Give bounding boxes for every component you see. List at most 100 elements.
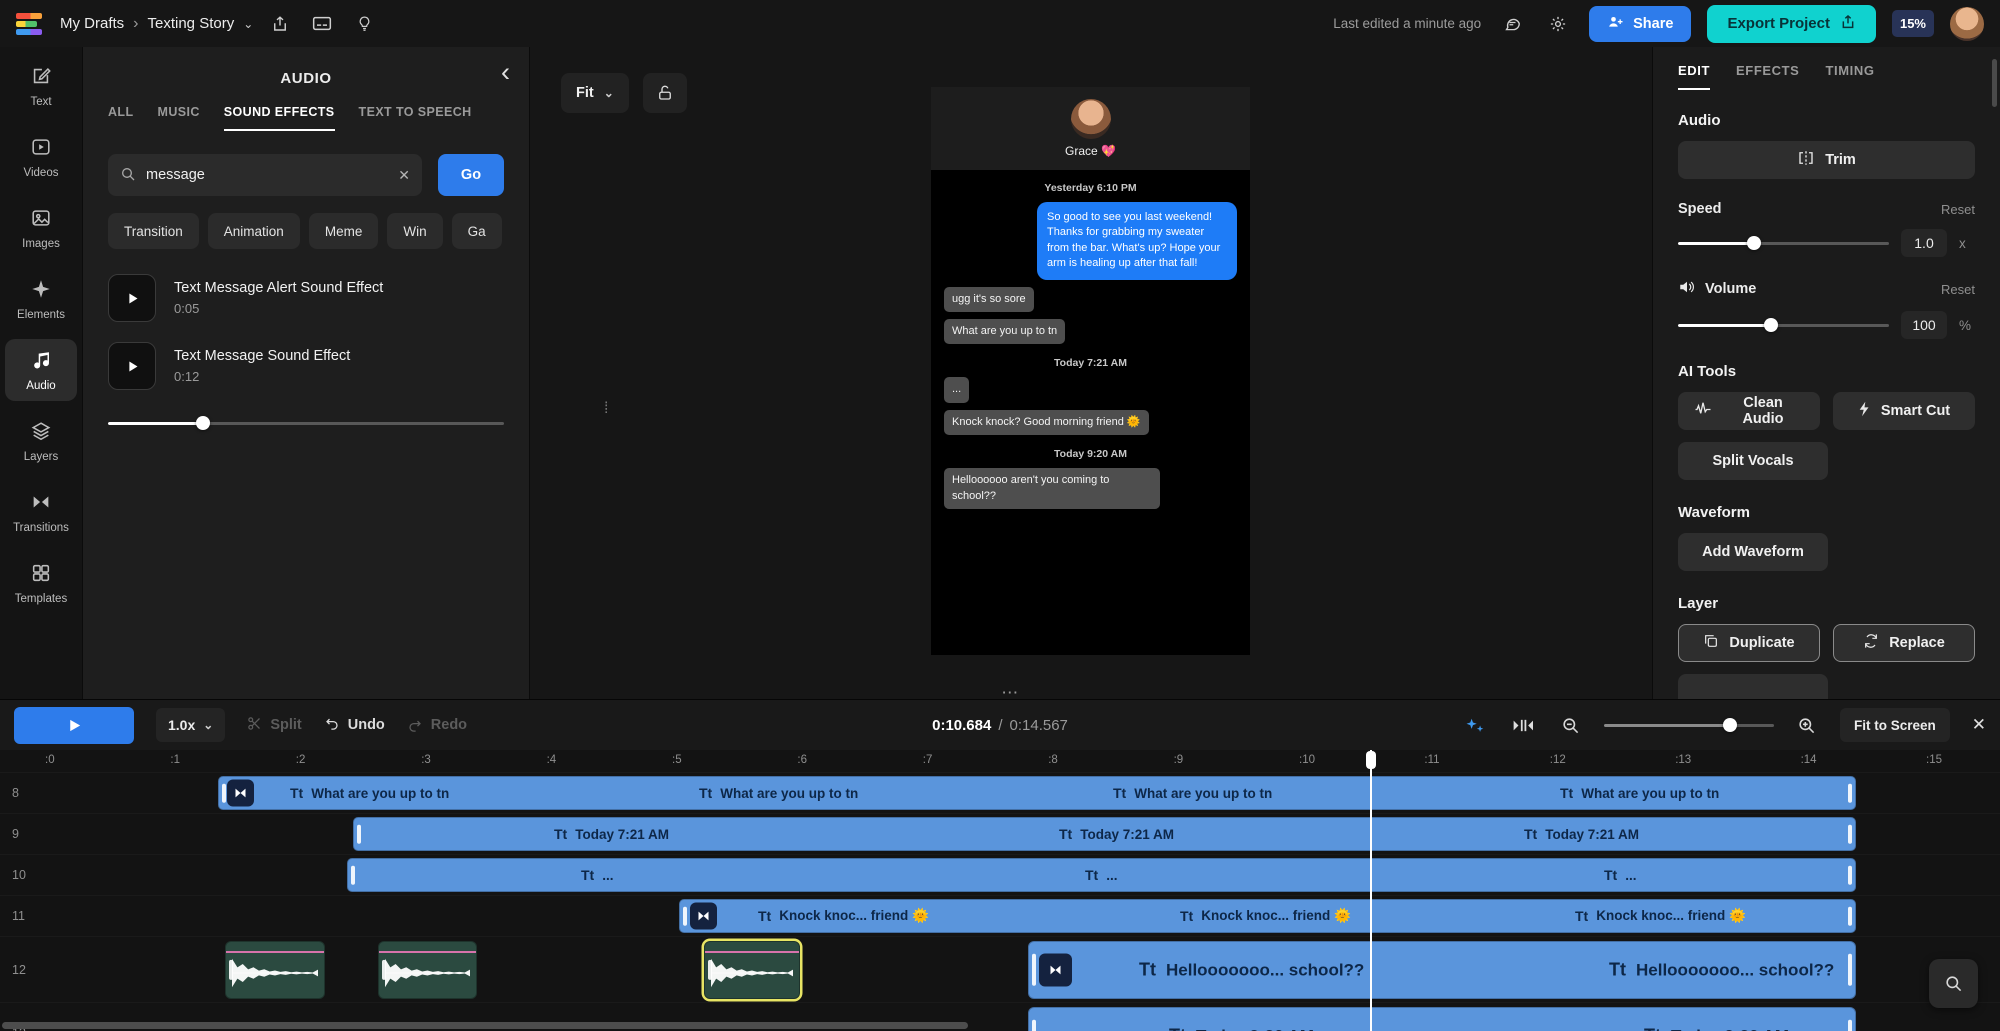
replace-button[interactable]: Replace — [1833, 624, 1975, 662]
playback-speed-dropdown[interactable]: 1.0x ⌄ — [156, 708, 226, 742]
play-button[interactable] — [14, 706, 134, 744]
split-button[interactable]: Split — [247, 716, 302, 735]
share-button[interactable]: Share — [1589, 5, 1692, 42]
timeline-search-button[interactable] — [1929, 959, 1978, 1008]
collapse-panel-icon[interactable]: ‹ — [501, 59, 510, 86]
right-panel-scrollbar[interactable] — [1992, 59, 1997, 107]
export-project-button[interactable]: Export Project — [1707, 4, 1876, 43]
user-avatar[interactable] — [1950, 6, 1984, 41]
partial-button[interactable] — [1678, 674, 1828, 699]
settings-gear-icon[interactable] — [1543, 9, 1573, 39]
slider-knob[interactable] — [1763, 318, 1778, 332]
clip-trim-handle[interactable] — [1032, 1019, 1036, 1031]
transition-icon[interactable] — [1039, 953, 1072, 987]
sidebar-item-images[interactable]: Images — [5, 197, 77, 259]
clip-trim-handle[interactable] — [382, 959, 386, 981]
zoom-slider[interactable] — [1603, 718, 1774, 732]
redo-button[interactable]: Redo — [407, 717, 467, 733]
split-vocals-button[interactable]: Split Vocals — [1678, 442, 1828, 480]
clip-trim-handle[interactable] — [708, 959, 712, 981]
tab-music[interactable]: MUSIC — [158, 105, 200, 131]
clip-trim-handle[interactable] — [1848, 953, 1852, 987]
text-clip[interactable]: Tt Today 7:21 AM Tt Today 7:21 AM Tt Today 7:… — [353, 817, 1856, 851]
text-clip[interactable]: Tt Knock knoc... friend 🌞 Tt Knock knoc... … — [679, 899, 1856, 933]
magic-tools-icon[interactable] — [1460, 710, 1490, 740]
timeline-ruler[interactable]: :0:1:2:3:4:5:6:7:8:9:10:11:12:13:14:15 — [0, 750, 2000, 772]
unlock-icon[interactable] — [642, 73, 687, 113]
clip-trim-handle[interactable] — [1848, 783, 1852, 803]
zoom-in-icon[interactable] — [1792, 710, 1822, 740]
sidebar-item-text[interactable]: Text — [5, 55, 77, 117]
audio-clip[interactable] — [378, 941, 477, 999]
tab-timing[interactable]: TIMING — [1825, 63, 1874, 90]
clip-trim-handle[interactable] — [683, 906, 687, 926]
filter-chip-ga[interactable]: Ga — [451, 213, 502, 249]
audio-clip-selected[interactable] — [704, 941, 800, 999]
audio-clip[interactable] — [225, 941, 325, 999]
transition-icon[interactable] — [690, 902, 717, 930]
clip-trim-handle[interactable] — [1848, 865, 1852, 885]
clip-trim-handle[interactable] — [1848, 906, 1852, 926]
clip-trim-handle[interactable] — [229, 959, 233, 981]
transition-icon[interactable] — [227, 779, 254, 807]
clear-search-icon[interactable]: ✕ — [398, 167, 410, 184]
fit-zoom-dropdown[interactable]: Fit ⌄ — [561, 73, 629, 113]
volume-slider[interactable] — [1678, 318, 1889, 332]
zoom-to-fit-icon[interactable] — [1508, 710, 1538, 740]
speed-value[interactable]: 1.0 — [1901, 229, 1947, 257]
playhead-handle[interactable] — [1366, 751, 1376, 769]
playhead[interactable] — [1366, 750, 1376, 1031]
speed-reset-button[interactable]: Reset — [1941, 202, 1975, 217]
filter-chip-win[interactable]: Win — [387, 213, 443, 249]
audio-preview-progress[interactable] — [108, 416, 504, 430]
search-field[interactable]: ✕ — [108, 154, 422, 196]
search-input[interactable] — [146, 167, 389, 183]
close-timeline-icon[interactable]: ✕ — [1972, 715, 1986, 735]
volume-value[interactable]: 100 — [1901, 311, 1947, 339]
sidebar-item-templates[interactable]: Templates — [5, 552, 77, 614]
fit-to-screen-button[interactable]: Fit to Screen — [1839, 708, 1950, 742]
clip-trim-handle[interactable] — [1848, 1019, 1852, 1031]
progress-knob[interactable] — [196, 416, 211, 430]
captions-icon[interactable] — [307, 9, 337, 39]
go-button[interactable]: Go — [438, 154, 504, 196]
slider-knob[interactable] — [1746, 236, 1761, 250]
speed-slider[interactable] — [1678, 236, 1889, 250]
kapwing-logo[interactable] — [16, 12, 42, 35]
share-upload-icon[interactable] — [265, 9, 295, 39]
sidebar-item-videos[interactable]: Videos — [5, 126, 77, 188]
tab-edit[interactable]: EDIT — [1678, 63, 1711, 90]
video-preview[interactable]: Grace 💖 Yesterday 6:10 PM So good to see … — [931, 87, 1250, 655]
text-clip[interactable]: Tt What are you up to tn Tt What are you up… — [218, 776, 1856, 810]
tab-effects[interactable]: EFFECTS — [1736, 63, 1799, 90]
timeline-horizontal-scrollbar[interactable] — [2, 1022, 968, 1029]
text-clip[interactable]: Tt Hellooooooo... school?? Tt Hellooooooo..… — [1028, 941, 1856, 999]
filter-chip-animation[interactable]: Animation — [207, 213, 300, 249]
tab-text-to-speech[interactable]: TEXT TO SPEECH — [359, 105, 472, 131]
clip-trim-handle[interactable] — [351, 865, 355, 885]
filter-chip-transition[interactable]: Transition — [108, 213, 199, 249]
clip-trim-handle[interactable] — [1848, 824, 1852, 844]
sidebar-item-audio[interactable]: Audio — [5, 339, 77, 401]
sidebar-item-elements[interactable]: Elements — [5, 268, 77, 330]
panel-resize-handle[interactable]: ⁞ — [604, 401, 608, 417]
play-sound-button[interactable] — [108, 274, 156, 322]
text-clip[interactable]: Tt Today 9:20 AM Tt Today 9:20 AM — [1028, 1007, 1856, 1031]
suggestions-lightbulb-icon[interactable] — [349, 9, 379, 39]
duplicate-button[interactable]: Duplicate — [1678, 624, 1820, 662]
discount-badge[interactable]: 15% — [1891, 10, 1934, 37]
comments-icon[interactable] — [1497, 9, 1527, 39]
filter-chip-meme[interactable]: Meme — [308, 213, 379, 249]
volume-reset-button[interactable]: Reset — [1941, 282, 1975, 297]
text-clip[interactable]: Tt... Tt... Tt... — [347, 858, 1856, 892]
slider-knob[interactable] — [1722, 718, 1737, 732]
sidebar-item-layers[interactable]: Layers — [5, 410, 77, 472]
sidebar-item-transitions[interactable]: Transitions — [5, 481, 77, 543]
smart-cut-button[interactable]: Smart Cut — [1833, 392, 1975, 430]
breadcrumb-my-drafts[interactable]: My Drafts — [60, 15, 124, 32]
clip-trim-handle[interactable] — [357, 824, 361, 844]
tab-all[interactable]: ALL — [108, 105, 134, 131]
trim-button[interactable]: Trim — [1678, 141, 1975, 179]
play-sound-button[interactable] — [108, 342, 156, 390]
clip-trim-handle[interactable] — [1032, 953, 1036, 987]
